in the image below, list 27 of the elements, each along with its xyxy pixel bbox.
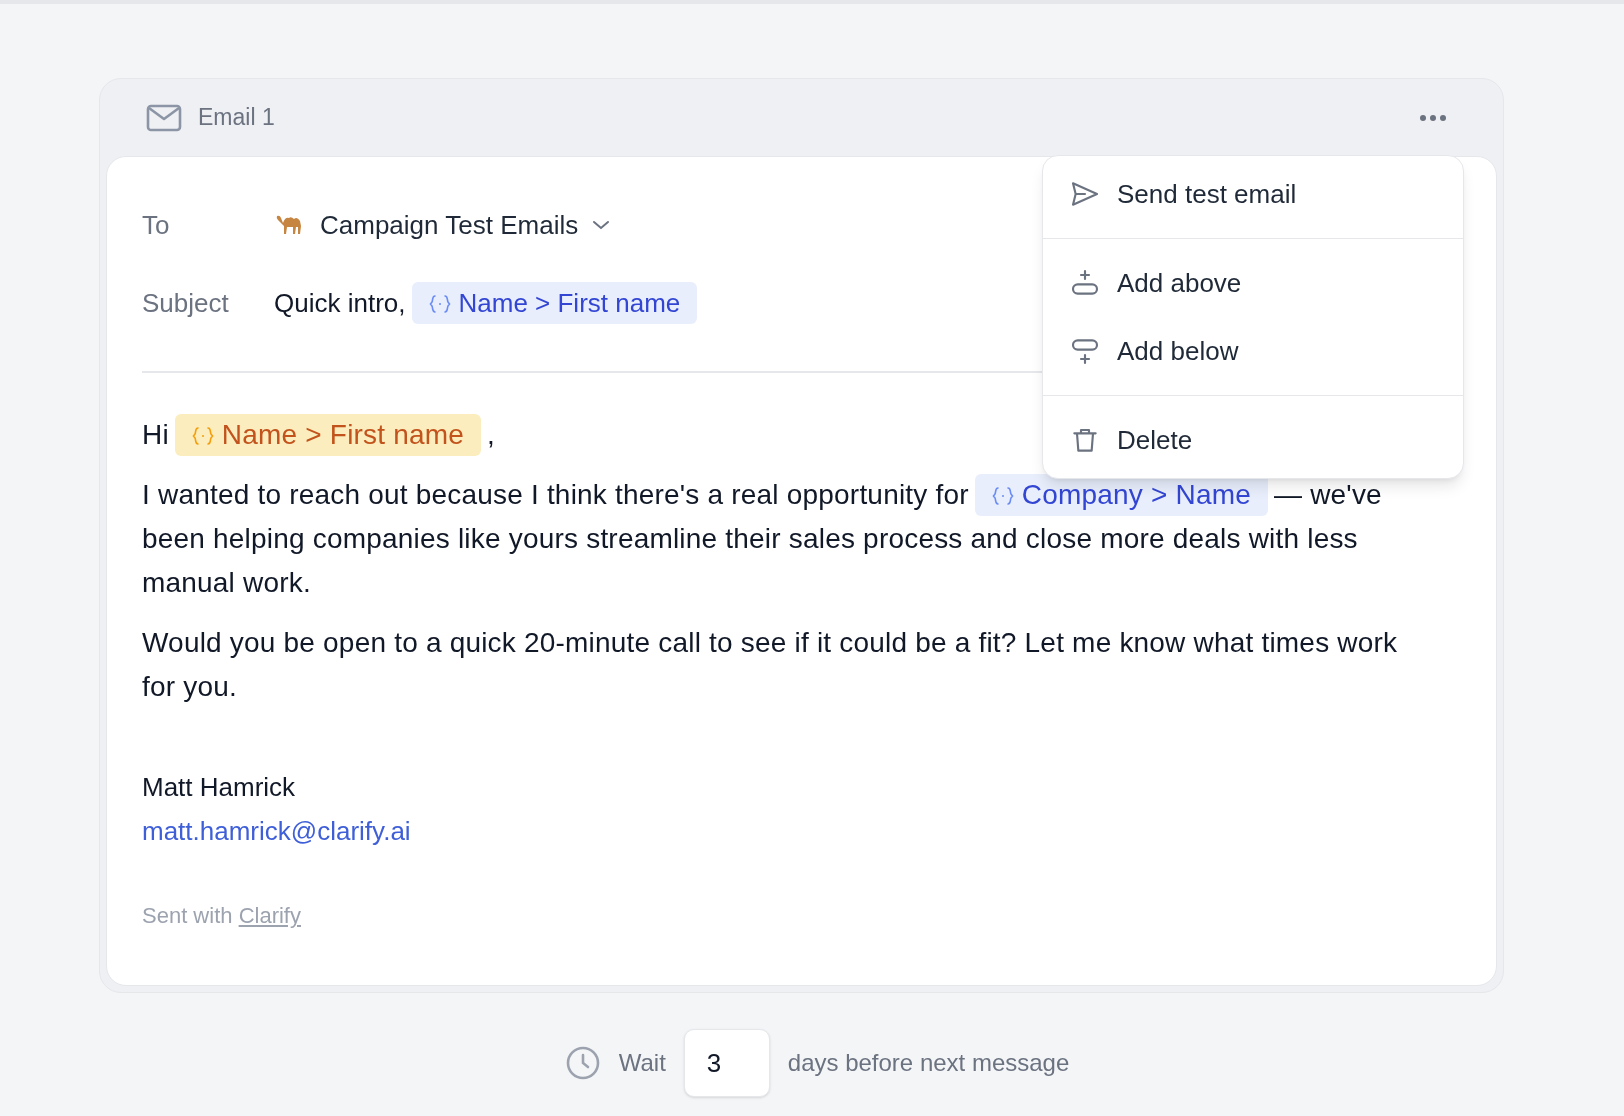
mail-icon [146, 103, 182, 132]
email-title: Email 1 [198, 103, 275, 133]
variable-chip[interactable]: Name > First name [174, 414, 482, 456]
signature-name: Matt Hamrick [142, 771, 297, 804]
body-paragraph: I wanted to reach out because I think there's a real opportunity for Company > Name — we've been helping companies like yours streamline their sales process and close more deals with less manual work. [142, 473, 1406, 605]
days-input[interactable]: 3 [683, 1029, 770, 1097]
variable-icon [991, 486, 1014, 506]
signature-email-link[interactable]: matt.hamrick@clarify.ai [142, 816, 411, 846]
menu-item[interactable]: Send test email [1043, 160, 1463, 228]
variable-icon [428, 294, 451, 314]
variable-icon [191, 426, 214, 446]
to-label: To [142, 208, 171, 242]
wait-suffix: days before next message [787, 1048, 1070, 1078]
footer-text: Sent with [142, 903, 233, 928]
more-icon[interactable] [1419, 113, 1447, 122]
menu-item[interactable]: Add above [1043, 249, 1463, 317]
menu-item[interactable]: Add below [1043, 317, 1463, 385]
variable-chip[interactable]: Company > Name [974, 474, 1268, 516]
variable-chip[interactable]: Name > First name [411, 282, 698, 324]
chevron-down-icon [592, 219, 611, 231]
wait-label: Wait [618, 1048, 666, 1078]
menu-item[interactable]: Delete [1043, 406, 1463, 474]
clock-icon [564, 1045, 601, 1081]
subject-label: Subject [142, 286, 230, 320]
subject-field[interactable]: Quick intro, Name > First name [274, 282, 704, 324]
recipient-dropdown[interactable]: Campaign Test Emails [274, 205, 611, 245]
body-paragraph: Would you be open to a quick 20-minute call to see if it could be a fit? Let me know what times work for you. [142, 626, 1399, 704]
